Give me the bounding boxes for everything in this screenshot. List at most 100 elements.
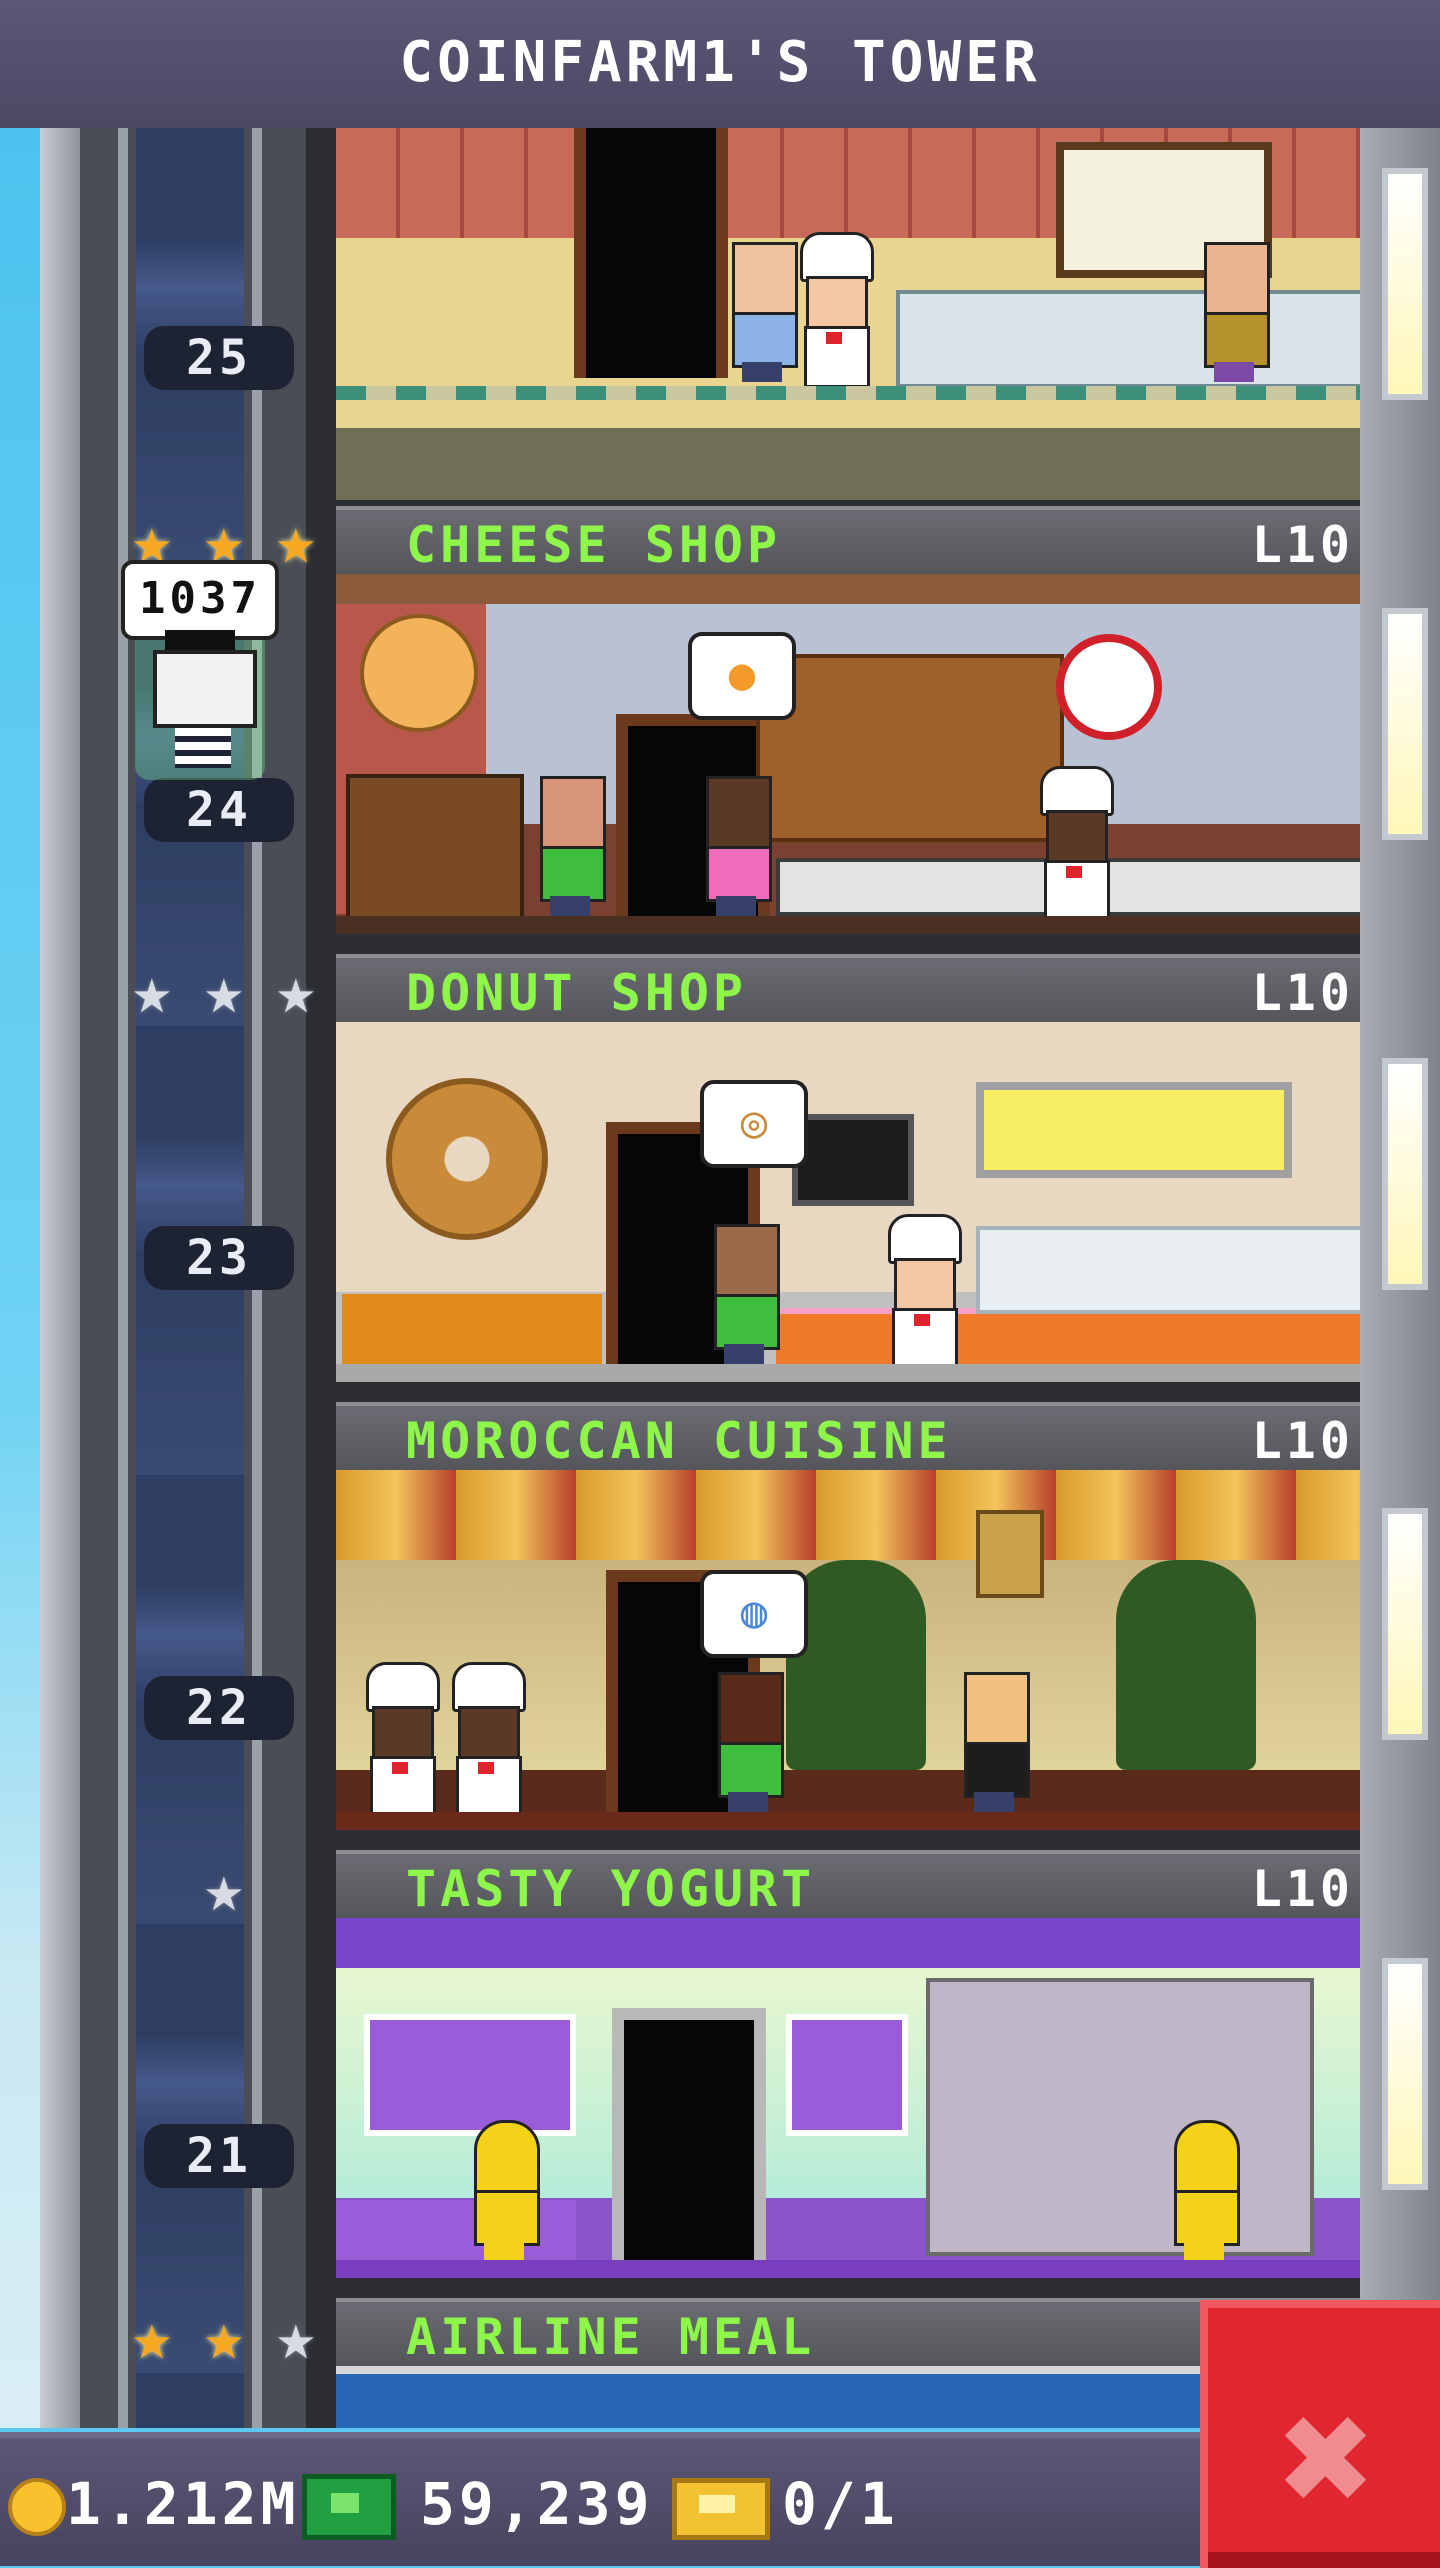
yogurt-menu-board-icon	[786, 2014, 908, 2136]
floor-stars-24: ★ ★ ★	[132, 956, 352, 1026]
elevator-shaft-frame: 25 ★ ★ ★ 24 ★ ★ ★ 23 22 ★ 21 ★ ★ ★	[40, 128, 330, 2428]
gold-star-icon: ★	[276, 502, 316, 579]
palm-plant-icon	[1116, 1560, 1256, 1770]
thought-bubble-bread-icon: ●	[688, 632, 796, 720]
ticket-count: 0/1	[782, 2470, 899, 2538]
silver-star-icon: ★	[132, 952, 172, 1029]
cheese-shelf	[346, 774, 524, 932]
floor-number-23: 23	[144, 1226, 294, 1290]
coin-icon	[8, 2478, 66, 2536]
wall-light-icon	[1382, 1958, 1428, 2190]
donut-sign-icon	[386, 1078, 548, 1240]
shaft-rail-left	[40, 128, 80, 2428]
yogurt-machines	[926, 1978, 1314, 2256]
thought-bubble-dish-icon: ◍	[700, 1570, 808, 1658]
hazmat-staff-character[interactable]	[1166, 2120, 1242, 2260]
shaft-rail-right	[306, 128, 330, 2428]
floor-strip	[336, 916, 1360, 934]
wall-light-icon	[1382, 608, 1428, 840]
title-bar: COINFARM1'S TOWER	[0, 0, 1440, 134]
tower: CHEESE SHOP L10 ● DONUT SHOP L10 ◎ MOROC…	[330, 128, 1360, 2428]
floor-name: DONUT SHOP	[406, 964, 748, 1022]
wall-light-icon	[1382, 1508, 1428, 1740]
close-icon: ✖	[1279, 2364, 1377, 2551]
floor-number-21: 21	[144, 2124, 294, 2188]
floor-level: L10	[1251, 964, 1354, 1022]
silver-star-icon: ★	[204, 1850, 244, 1927]
elevator-spring-icon	[175, 728, 231, 768]
yogurt-menu-board-icon	[364, 2014, 576, 2136]
floor-number-24: 24	[144, 778, 294, 842]
floor-name: TASTY YOGURT	[406, 1860, 816, 1918]
floor-tiles	[336, 386, 1360, 400]
customer-character[interactable]	[1196, 242, 1272, 382]
floor-label-donut-shop[interactable]: DONUT SHOP L10	[336, 954, 1360, 1022]
chef-character[interactable]	[362, 1662, 440, 1818]
customer-character[interactable]	[956, 1672, 1032, 1812]
elevator-car[interactable]: 1037	[121, 560, 279, 780]
menu-board-icon	[976, 1082, 1292, 1178]
floor-name: AIRLINE MEAL	[406, 2308, 816, 2366]
elevator-passenger-count: 1037	[121, 560, 279, 640]
floor-level: L10	[1251, 1860, 1354, 1918]
wall-light-icon	[1382, 168, 1428, 400]
gold-star-icon: ★	[204, 2298, 244, 2375]
no-mice-sign-icon	[1056, 634, 1162, 740]
floor-level: L10	[1251, 1412, 1354, 1470]
tower-right-wall	[1360, 128, 1440, 2428]
floor-number-25: 25	[144, 326, 294, 390]
floor-strip	[336, 1364, 1360, 1382]
thought-bubble-donut-icon: ◎	[700, 1080, 808, 1168]
tower-title: COINFARM1'S TOWER	[399, 30, 1041, 95]
floor-25-room[interactable]	[336, 128, 1360, 500]
customer-character[interactable]	[532, 776, 608, 916]
customer-character[interactable]	[724, 242, 800, 382]
cheese-wheel-icon	[360, 614, 478, 732]
floor-name: CHEESE SHOP	[406, 516, 782, 574]
price-board-icon	[792, 1114, 914, 1206]
ceiling-drapes	[336, 1470, 1360, 1560]
donut-display-case	[976, 1226, 1360, 1314]
elevator-rider	[153, 650, 257, 728]
floor-24-room[interactable]: ●	[336, 574, 1360, 934]
floor-stars-22: ★	[132, 1854, 352, 1924]
floor-label-tasty-yogurt[interactable]: TASTY YOGURT L10	[336, 1850, 1360, 1918]
customer-character[interactable]	[698, 776, 774, 916]
floor-name: MOROCCAN CUISINE	[406, 1412, 952, 1470]
floor-21-room[interactable]	[336, 1918, 1360, 2278]
seating-booth	[342, 1294, 602, 1364]
donut-counter	[776, 1308, 1360, 1364]
bread-shelf	[756, 654, 1064, 842]
floor-label-cheese-shop[interactable]: CHEESE SHOP L10	[336, 506, 1360, 574]
room-door	[612, 2008, 766, 2260]
floor-stars-21: ★ ★ ★	[132, 2302, 352, 2372]
floor-label-moroccan-cuisine[interactable]: MOROCCAN CUISINE L10	[336, 1402, 1360, 1470]
tower-bux-icon	[302, 2474, 396, 2540]
chef-character[interactable]	[448, 1662, 526, 1818]
close-button[interactable]: ✖	[1200, 2300, 1440, 2568]
floor-22-room[interactable]: ◍	[336, 1470, 1360, 1830]
customer-character[interactable]	[710, 1672, 786, 1812]
room-door	[574, 128, 728, 378]
lantern-icon	[976, 1510, 1044, 1598]
bux-balance: 59,239	[420, 2470, 654, 2538]
gold-star-icon: ★	[132, 2298, 172, 2375]
floor-strip	[336, 2260, 1360, 2278]
hazmat-staff-character[interactable]	[466, 2120, 542, 2260]
floor-level: L10	[1251, 516, 1354, 574]
chef-character[interactable]	[1036, 766, 1114, 922]
silver-star-icon: ★	[276, 2298, 316, 2375]
chef-character[interactable]	[796, 232, 874, 388]
chef-character[interactable]	[884, 1214, 962, 1370]
display-counter	[896, 290, 1360, 388]
coin-balance: 1.212M	[66, 2470, 300, 2538]
floor-number-22: 22	[144, 1676, 294, 1740]
elevator-cable	[118, 128, 128, 2428]
silver-star-icon: ★	[204, 952, 244, 1029]
silver-star-icon: ★	[276, 952, 316, 1029]
floor-strip	[336, 1812, 1360, 1830]
golden-ticket-icon	[672, 2478, 770, 2540]
floor-23-room[interactable]: ◎	[336, 1022, 1360, 1382]
customer-character[interactable]	[706, 1224, 782, 1364]
wall-light-icon	[1382, 1058, 1428, 1290]
